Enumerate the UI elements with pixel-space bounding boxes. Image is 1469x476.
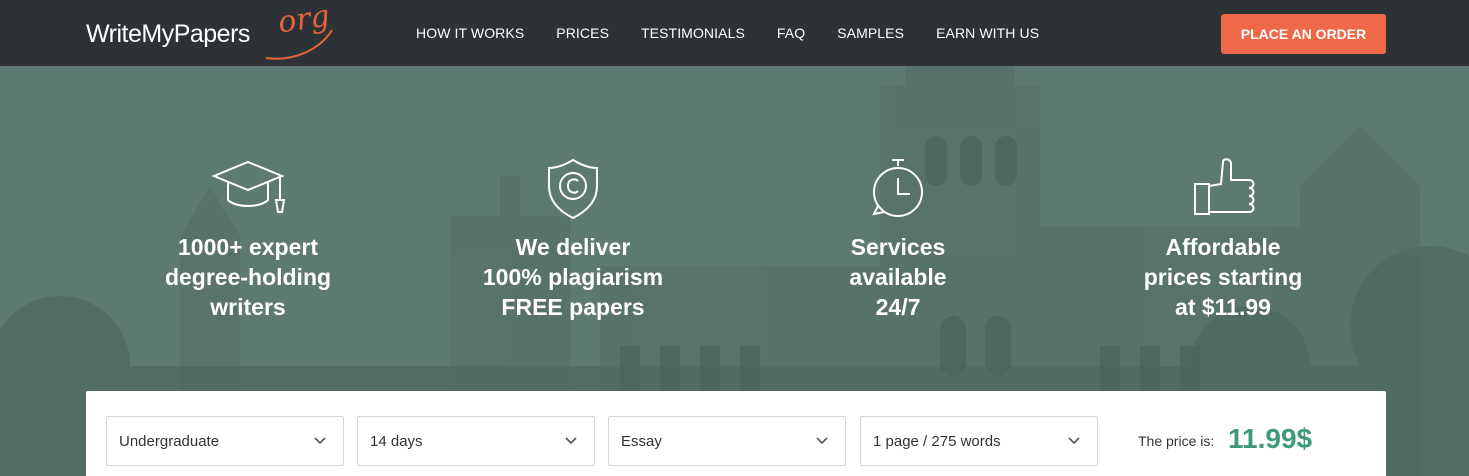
nav-samples[interactable]: SAMPLES (837, 25, 904, 41)
logo-text: WriteMyPapers (86, 20, 250, 48)
nav-prices[interactable]: PRICES (556, 25, 609, 41)
place-order-button[interactable]: PLACE AN ORDER (1221, 14, 1386, 54)
select-value: 1 page / 275 words (873, 432, 1001, 450)
deadline-select[interactable]: 14 days (357, 416, 595, 466)
feature-affordable-prices: Affordable prices starting at $11.99 (1093, 156, 1353, 322)
price-label: The price is: (1138, 433, 1215, 449)
feature-text: Affordable prices starting at $11.99 (1143, 234, 1303, 320)
graduation-cap-icon (211, 160, 286, 213)
feature-text: 1000+ expert degree-holding writers (164, 234, 332, 320)
academic-level-select[interactable]: Undergraduate (106, 416, 344, 466)
feature-available-24-7: Services available 24/7 (768, 156, 1028, 322)
thumbs-up-icon (1194, 158, 1255, 215)
chevron-down-icon (314, 437, 326, 445)
nav-how-it-works[interactable]: HOW IT WORKS (416, 25, 524, 41)
nav-testimonials[interactable]: TESTIMONIALS (641, 25, 745, 41)
pages-select[interactable]: 1 page / 275 words (860, 416, 1098, 466)
select-value: Essay (621, 432, 662, 450)
top-navigation-bar: WriteMyPapers org HOW IT WORKS PRICES TE… (0, 0, 1469, 66)
nav-faq[interactable]: FAQ (777, 25, 805, 41)
price-value: 11.99$ (1228, 423, 1313, 454)
nav-earn-with-us[interactable]: EARN WITH US (936, 25, 1039, 41)
logo-swash-icon (265, 29, 333, 60)
feature-text: Services available 24/7 (849, 234, 947, 320)
site-logo[interactable]: WriteMyPapers org (86, 0, 336, 62)
stopwatch-icon (872, 159, 923, 217)
price-calculator: Undergraduate 14 days Essay 1 page / 275… (86, 391, 1386, 476)
select-value: 14 days (370, 432, 423, 450)
chevron-down-icon (1068, 437, 1080, 445)
paper-type-select[interactable]: Essay (608, 416, 846, 466)
main-nav: HOW IT WORKS PRICES TESTIMONIALS FAQ SAM… (400, 0, 1055, 66)
feature-expert-writers: 1000+ expert degree-holding writers (118, 156, 378, 322)
select-value: Undergraduate (119, 432, 220, 450)
copyright-shield-icon (548, 158, 598, 220)
chevron-down-icon (565, 437, 577, 445)
feature-plagiarism-free: We deliver 100% plagiarism FREE papers (443, 156, 703, 322)
feature-text: We deliver 100% plagiarism FREE papers (482, 234, 664, 320)
chevron-down-icon (816, 437, 828, 445)
